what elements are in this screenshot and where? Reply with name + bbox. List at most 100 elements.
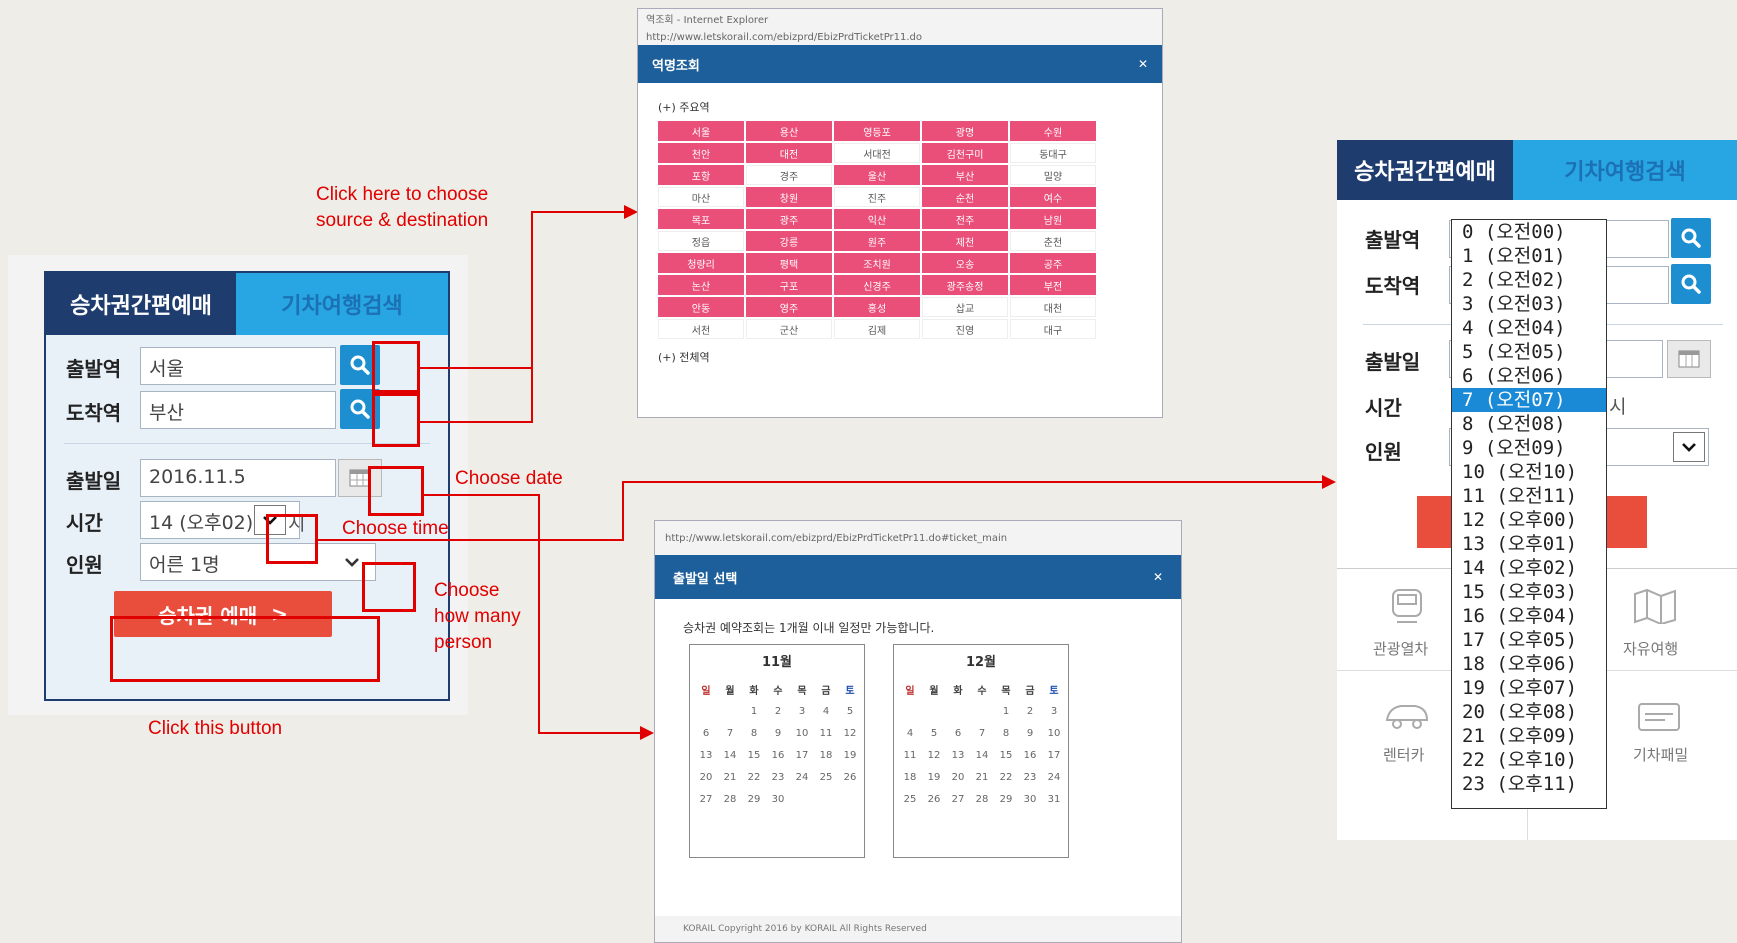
- close-icon[interactable]: ✕: [1153, 570, 1163, 584]
- station-button[interactable]: 수원: [1010, 121, 1096, 141]
- station-button[interactable]: 대구: [1010, 319, 1096, 339]
- station-button[interactable]: 신경주: [834, 275, 920, 295]
- time-option[interactable]: 10 (오전10): [1452, 460, 1606, 484]
- calendar-day[interactable]: 8: [742, 722, 766, 744]
- calendar-day[interactable]: 21: [970, 766, 994, 788]
- calendar-day[interactable]: 2: [1018, 700, 1042, 722]
- calendar-day[interactable]: 22: [994, 766, 1018, 788]
- station-button[interactable]: 남원: [1010, 209, 1096, 229]
- date-input[interactable]: 2016.11.5: [140, 459, 336, 497]
- calendar-day[interactable]: 16: [766, 744, 790, 766]
- calendar-day[interactable]: 22: [742, 766, 766, 788]
- station-button[interactable]: 군산: [746, 319, 832, 339]
- calendar-day[interactable]: 9: [766, 722, 790, 744]
- calendar-day[interactable]: 5: [922, 722, 946, 744]
- calendar-day[interactable]: 8: [994, 722, 1018, 744]
- time-option[interactable]: 19 (오후07): [1452, 676, 1606, 700]
- calendar-day[interactable]: 24: [1042, 766, 1066, 788]
- calendar-day[interactable]: 5: [838, 700, 862, 722]
- calendar-day[interactable]: 17: [790, 744, 814, 766]
- calendar-day[interactable]: 1: [994, 700, 1018, 722]
- time-option[interactable]: 11 (오전11): [1452, 484, 1606, 508]
- time-option[interactable]: 5 (오전05): [1452, 340, 1606, 364]
- calendar-day[interactable]: 31: [1042, 788, 1066, 810]
- calendar-day[interactable]: 25: [814, 766, 838, 788]
- service-free-travel[interactable]: 자유여행: [1623, 638, 1678, 659]
- tab-quick-booking[interactable]: 승차권간편예매: [46, 273, 236, 335]
- people-dropdown-button[interactable]: [1673, 432, 1705, 462]
- time-option[interactable]: 4 (오전04): [1452, 316, 1606, 340]
- calendar-day[interactable]: 29: [994, 788, 1018, 810]
- station-button[interactable]: 대전: [746, 143, 832, 163]
- calendar-day[interactable]: 16: [1018, 744, 1042, 766]
- station-button[interactable]: 동대구: [1010, 143, 1096, 163]
- calendar-day[interactable]: 14: [970, 744, 994, 766]
- time-option[interactable]: 3 (오전03): [1452, 292, 1606, 316]
- station-button[interactable]: 광주송정: [922, 275, 1008, 295]
- time-option[interactable]: 8 (오전08): [1452, 412, 1606, 436]
- station-button[interactable]: 대천: [1010, 297, 1096, 317]
- station-button[interactable]: 안동: [658, 297, 744, 317]
- calendar-day[interactable]: 6: [946, 722, 970, 744]
- calendar-day[interactable]: 6: [694, 722, 718, 744]
- calendar-day[interactable]: 7: [970, 722, 994, 744]
- calendar-day[interactable]: 28: [970, 788, 994, 810]
- time-option[interactable]: 17 (오후05): [1452, 628, 1606, 652]
- station-button[interactable]: 오송: [922, 253, 1008, 273]
- time-option[interactable]: 13 (오후01): [1452, 532, 1606, 556]
- station-button[interactable]: 영등포: [834, 121, 920, 141]
- calendar-day[interactable]: 20: [946, 766, 970, 788]
- time-option[interactable]: 16 (오후04): [1452, 604, 1606, 628]
- station-button[interactable]: 부산: [922, 165, 1008, 185]
- time-dropdown-list[interactable]: 0 (오전00) 1 (오전01) 2 (오전02) 3 (오전03) 4 (오전04)…: [1451, 219, 1607, 809]
- calendar-day[interactable]: 18: [814, 744, 838, 766]
- calendar-day[interactable]: 20: [694, 766, 718, 788]
- calendar-day[interactable]: 2: [766, 700, 790, 722]
- station-button[interactable]: 밀양: [1010, 165, 1096, 185]
- arrival-input[interactable]: 부산: [140, 391, 336, 429]
- time-option[interactable]: 14 (오후02): [1452, 556, 1606, 580]
- station-button[interactable]: 광주: [746, 209, 832, 229]
- close-icon[interactable]: ✕: [1138, 57, 1148, 71]
- calendar-day[interactable]: 19: [922, 766, 946, 788]
- calendar-day[interactable]: 11: [898, 744, 922, 766]
- calendar-day[interactable]: 15: [742, 744, 766, 766]
- time-option[interactable]: 12 (오후00): [1452, 508, 1606, 532]
- calendar-day[interactable]: 29: [742, 788, 766, 810]
- station-button[interactable]: 경주: [746, 165, 832, 185]
- station-button[interactable]: 삽교: [922, 297, 1008, 317]
- station-button[interactable]: 김제: [834, 319, 920, 339]
- tab-train-search[interactable]: 기차여행검색: [1513, 140, 1737, 200]
- calendar-day[interactable]: 3: [790, 700, 814, 722]
- station-button[interactable]: 제천: [922, 231, 1008, 251]
- calendar-day[interactable]: 30: [1018, 788, 1042, 810]
- station-button[interactable]: 정읍: [658, 231, 744, 251]
- calendar-day[interactable]: 15: [994, 744, 1018, 766]
- station-button[interactable]: 순천: [922, 187, 1008, 207]
- station-button[interactable]: 익산: [834, 209, 920, 229]
- service-train-family[interactable]: 기차패밀: [1633, 744, 1688, 765]
- calendar-day[interactable]: 26: [838, 766, 862, 788]
- station-button[interactable]: 서대전: [834, 143, 920, 163]
- station-button[interactable]: 울산: [834, 165, 920, 185]
- calendar-day[interactable]: 10: [1042, 722, 1066, 744]
- station-button[interactable]: 원주: [834, 231, 920, 251]
- station-button[interactable]: 목포: [658, 209, 744, 229]
- station-button[interactable]: 청량리: [658, 253, 744, 273]
- calendar-day[interactable]: 25: [898, 788, 922, 810]
- station-button[interactable]: 진영: [922, 319, 1008, 339]
- station-button[interactable]: 홍성: [834, 297, 920, 317]
- time-option[interactable]: 6 (오전06): [1452, 364, 1606, 388]
- station-button[interactable]: 공주: [1010, 253, 1096, 273]
- time-option[interactable]: 22 (오후10): [1452, 748, 1606, 772]
- time-option[interactable]: 7 (오전07): [1452, 388, 1606, 412]
- station-button[interactable]: 조치원: [834, 253, 920, 273]
- calendar-day[interactable]: 23: [1018, 766, 1042, 788]
- station-button[interactable]: 전주: [922, 209, 1008, 229]
- calendar-day[interactable]: 17: [1042, 744, 1066, 766]
- calendar-day[interactable]: 1: [742, 700, 766, 722]
- calendar-day[interactable]: 9: [1018, 722, 1042, 744]
- time-option[interactable]: 15 (오후03): [1452, 580, 1606, 604]
- time-option[interactable]: 1 (오전01): [1452, 244, 1606, 268]
- station-button[interactable]: 포항: [658, 165, 744, 185]
